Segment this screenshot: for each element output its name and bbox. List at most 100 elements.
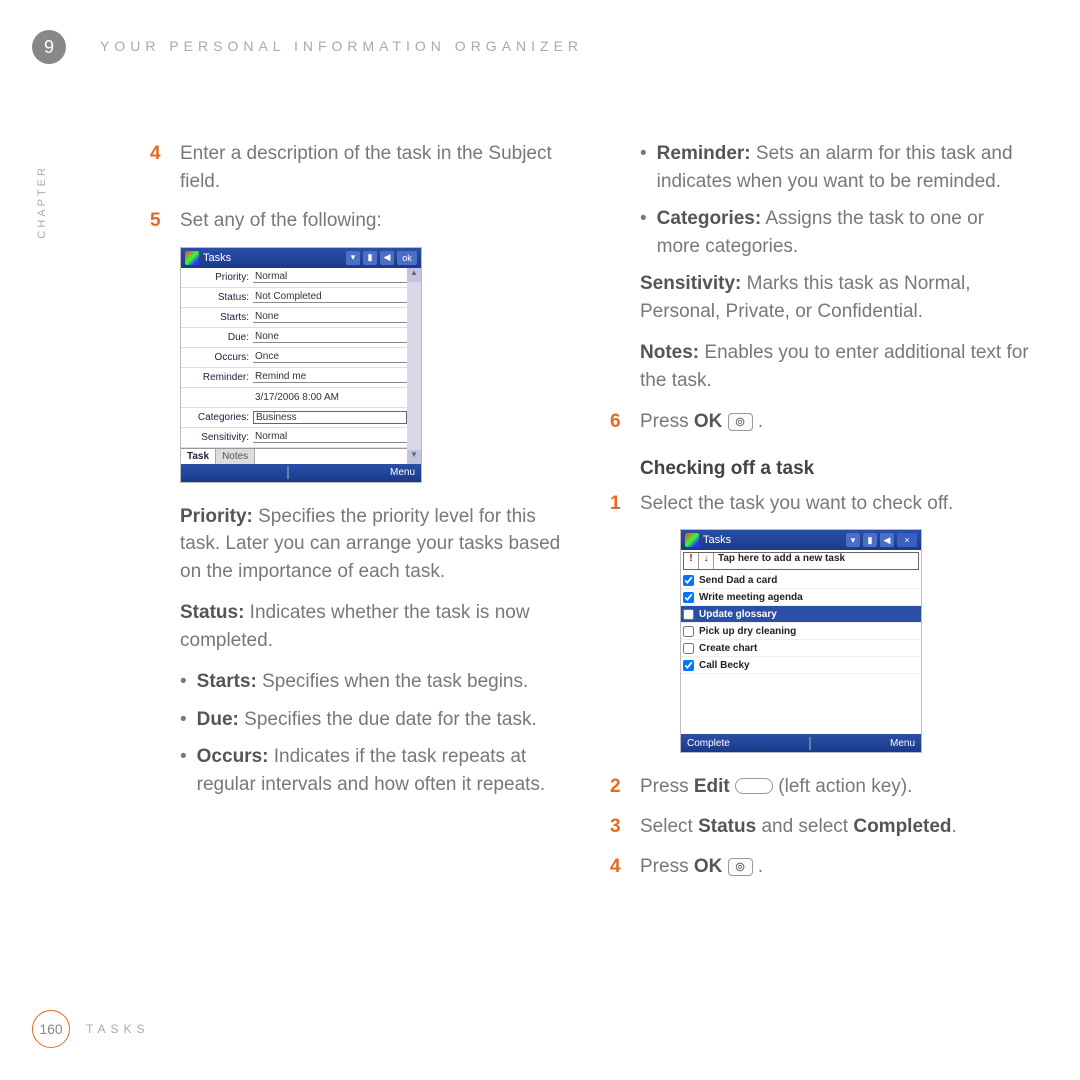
task-text: Call Becky — [697, 660, 750, 671]
app-title: Tasks — [203, 252, 231, 264]
page-footer: 160 TASKS — [32, 1010, 149, 1048]
step-text: Press OK ⊚ . — [640, 408, 1030, 436]
close-button[interactable]: × — [897, 533, 917, 547]
ok-key-icon: ⊚ — [728, 858, 753, 876]
reminder-field[interactable]: Remind me — [253, 371, 407, 383]
sort-icon: ↓ — [699, 553, 714, 569]
field-label: Sensitivity: — [181, 432, 253, 443]
occurs-field[interactable]: Once — [253, 351, 407, 363]
field-label: Status: — [181, 292, 253, 303]
notes-desc: Notes: Enables you to enter additional t… — [640, 339, 1030, 394]
tab-task[interactable]: Task — [181, 449, 216, 464]
right-column: Reminder: Sets an alarm for this task an… — [610, 140, 1030, 892]
task-text: Pick up dry cleaning — [697, 626, 796, 637]
step-text: Press OK ⊚ . — [640, 853, 1030, 881]
signal-icon: ▾ — [346, 251, 360, 265]
step-number: 1 — [610, 490, 626, 518]
field-label: Occurs: — [181, 352, 253, 363]
task-text: Update glossary — [697, 609, 777, 620]
add-task-bar[interactable]: ! ↓ Tap here to add a new task — [683, 552, 919, 570]
step-number: 2 — [610, 773, 626, 801]
due-field[interactable]: None — [253, 331, 407, 343]
task-checkbox[interactable] — [683, 643, 694, 654]
task-text: Write meeting agenda — [697, 592, 803, 603]
soft-left-complete[interactable]: Complete — [681, 738, 730, 749]
priority-icon: ! — [684, 553, 699, 569]
ok-key-icon: ⊚ — [728, 413, 753, 431]
tab-notes[interactable]: Notes — [216, 449, 255, 464]
task-row[interactable]: Write meeting agenda — [681, 589, 921, 606]
page-header-title: YOUR PERSONAL INFORMATION ORGANIZER — [100, 38, 583, 54]
bullet-starts: Starts: Specifies when the task begins. — [180, 668, 570, 696]
reminder-datetime[interactable]: 3/17/2006 8:00 AM — [253, 392, 407, 403]
bullet-reminder: Reminder: Sets an alarm for this task an… — [640, 140, 1030, 195]
sound-icon: ◀ — [880, 533, 894, 547]
wifi-icon: ▮ — [863, 533, 877, 547]
task-checkbox[interactable] — [683, 575, 694, 586]
signal-icon: ▾ — [846, 533, 860, 547]
task-row[interactable]: Send Dad a card — [681, 572, 921, 589]
titlebar: Tasks ▾ ▮ ◀ ok — [181, 248, 421, 268]
start-icon — [685, 533, 699, 547]
step-text: Set any of the following: — [180, 207, 570, 235]
task-checkbox[interactable] — [683, 609, 694, 620]
step-text: Press Edit (left action key). — [640, 773, 1030, 801]
scroll-down-icon[interactable]: ▼ — [407, 450, 421, 464]
bullet-occurs: Occurs: Indicates if the task repeats at… — [180, 743, 570, 798]
bullet-categories: Categories: Assigns the task to one or m… — [640, 205, 1030, 260]
task-text: Create chart — [697, 643, 757, 654]
sensitivity-desc: Sensitivity: Marks this task as Normal, … — [640, 270, 1030, 325]
task-row[interactable]: Update glossary — [681, 606, 921, 623]
field-label: Starts: — [181, 312, 253, 323]
subheading: Checking off a task — [640, 458, 1030, 480]
step-number: 5 — [150, 207, 166, 235]
sound-icon: ◀ — [380, 251, 394, 265]
add-task-placeholder[interactable]: Tap here to add a new task — [714, 553, 918, 569]
app-title: Tasks — [703, 534, 731, 546]
titlebar: Tasks ▾ ▮ ◀ × — [681, 530, 921, 550]
tasks-list-screenshot: Tasks ▾ ▮ ◀ × ! ↓ Tap here to add a new … — [680, 529, 922, 753]
task-row[interactable]: Call Becky — [681, 657, 921, 674]
left-column: 4 Enter a description of the task in the… — [150, 140, 570, 892]
section-name: TASKS — [86, 1022, 149, 1036]
scroll-up-icon[interactable]: ▲ — [407, 268, 421, 282]
task-checkbox[interactable] — [683, 592, 694, 603]
keyboard-icon[interactable] — [809, 737, 811, 750]
status-desc: Status: Indicates whether the task is no… — [180, 599, 570, 654]
field-label: Categories: — [181, 412, 253, 423]
sensitivity-field[interactable]: Normal — [253, 431, 407, 443]
step-number: 4 — [610, 853, 626, 881]
vertical-chapter-label: CHAPTER — [36, 165, 48, 239]
task-checkbox[interactable] — [683, 626, 694, 637]
action-key-icon — [735, 778, 773, 794]
field-label: Reminder: — [181, 372, 253, 383]
step-number: 3 — [610, 813, 626, 841]
tasks-form-screenshot: Tasks ▾ ▮ ◀ ok Priority:Normal Status:No… — [180, 247, 422, 483]
bullet-due: Due: Specifies the due date for the task… — [180, 706, 570, 734]
priority-field[interactable]: Normal — [253, 271, 407, 283]
priority-desc: Priority: Specifies the priority level f… — [180, 503, 570, 586]
chapter-number-badge: 9 — [32, 30, 66, 64]
task-row[interactable]: Create chart — [681, 640, 921, 657]
step-number: 6 — [610, 408, 626, 436]
step-text: Enter a description of the task in the S… — [180, 140, 570, 195]
scrollbar[interactable]: ▲ ▼ — [407, 268, 421, 464]
soft-right-menu[interactable]: Menu — [390, 467, 421, 478]
task-text: Send Dad a card — [697, 575, 777, 586]
starts-field[interactable]: None — [253, 311, 407, 323]
status-field[interactable]: Not Completed — [253, 291, 407, 303]
soft-right-menu[interactable]: Menu — [890, 738, 921, 749]
keyboard-icon[interactable] — [287, 466, 289, 479]
task-row[interactable]: Pick up dry cleaning — [681, 623, 921, 640]
task-checkbox[interactable] — [683, 660, 694, 671]
categories-field[interactable]: Business — [253, 411, 407, 424]
wifi-icon: ▮ — [363, 251, 377, 265]
start-icon — [185, 251, 199, 265]
step-number: 4 — [150, 140, 166, 195]
step-text: Select Status and select Completed. — [640, 813, 1030, 841]
ok-button[interactable]: ok — [397, 251, 417, 265]
step-text: Select the task you want to check off. — [640, 490, 1030, 518]
page-number: 160 — [32, 1010, 70, 1048]
field-label: Due: — [181, 332, 253, 343]
field-label: Priority: — [181, 272, 253, 283]
